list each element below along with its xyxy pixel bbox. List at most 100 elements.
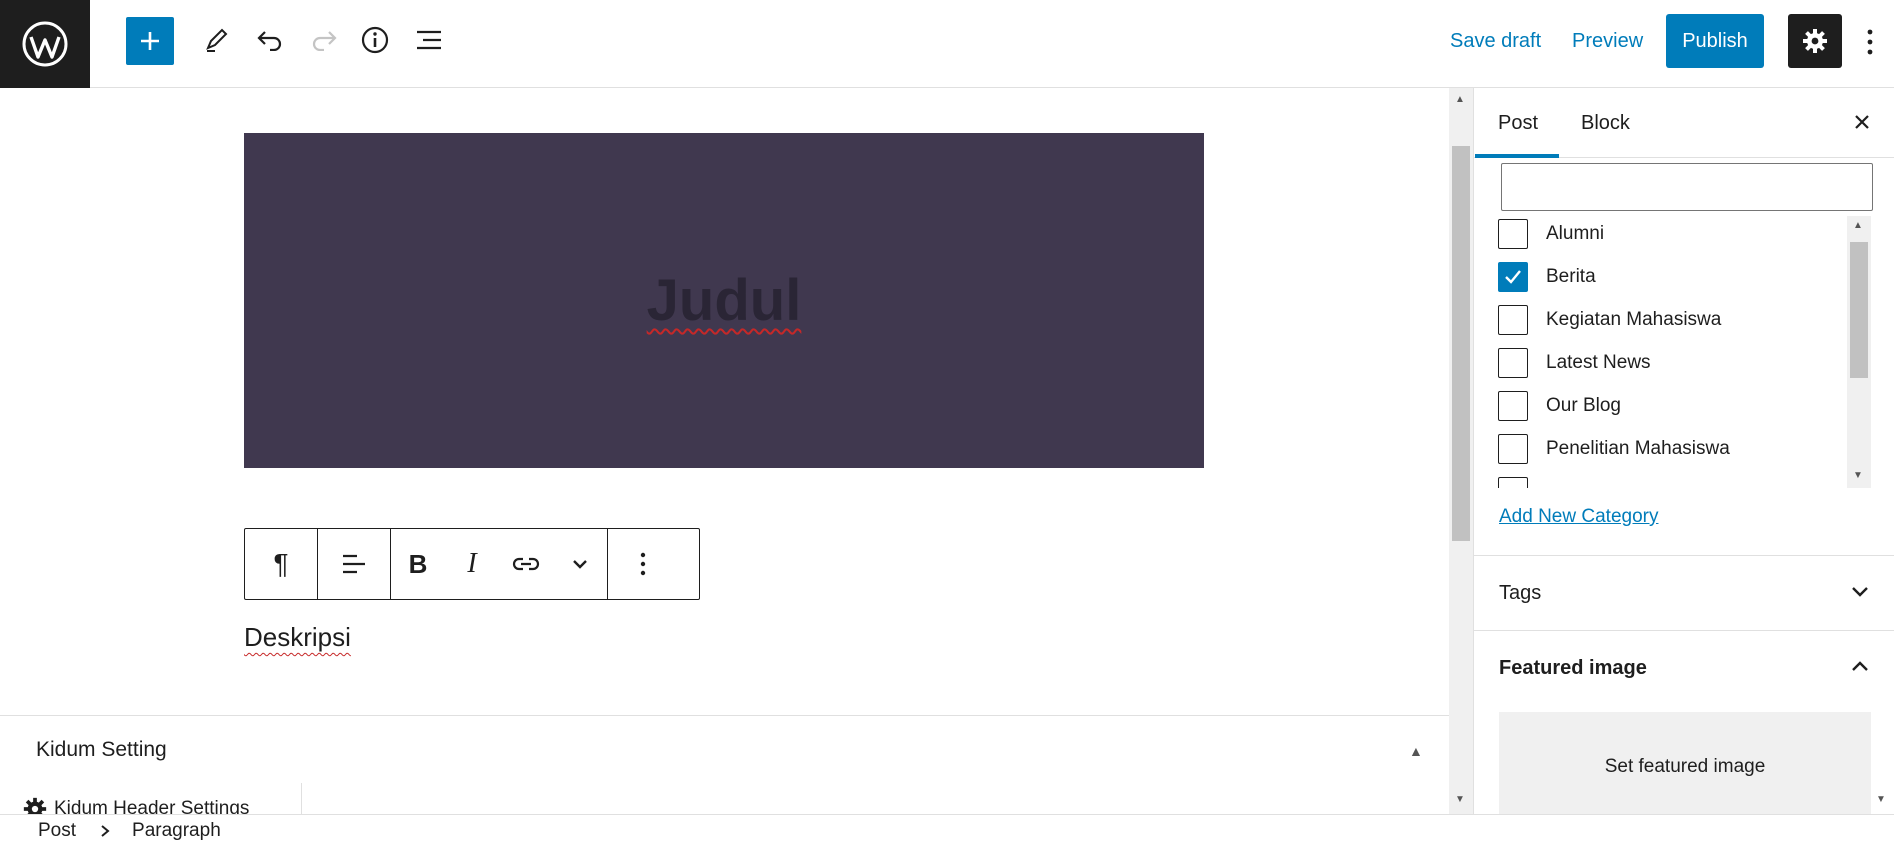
category-item[interactable]: Penelitian Mahasiswa <box>1498 433 1730 465</box>
align-left-icon <box>343 554 365 574</box>
settings-button[interactable] <box>1788 14 1842 68</box>
category-label: Alumni <box>1546 223 1605 244</box>
link-icon <box>512 557 540 571</box>
plus-icon <box>141 32 159 50</box>
gear-icon <box>22 796 48 814</box>
block-options-button[interactable] <box>608 529 678 599</box>
bold-button[interactable]: B <box>391 529 445 599</box>
list-view-button[interactable] <box>409 20 449 60</box>
scroll-down-icon[interactable]: ▼ <box>1853 470 1863 481</box>
undo-icon <box>257 31 282 51</box>
italic-button[interactable]: I <box>445 529 499 599</box>
chevron-right-icon <box>101 825 110 837</box>
settings-sidebar: Post Block Alumni Berita Kegiatan Mahasi… <box>1473 88 1894 814</box>
meta-box-separator <box>301 783 302 814</box>
preview-button[interactable]: Preview <box>1572 30 1643 53</box>
paragraph-block[interactable]: Deskripsi <box>244 622 351 653</box>
set-featured-image-button[interactable]: Set featured image <box>1499 712 1871 814</box>
align-button[interactable] <box>318 529 390 599</box>
collapse-arrow-icon[interactable]: ▲ <box>1409 743 1423 759</box>
panel-divider <box>1474 630 1894 631</box>
list-view-icon <box>417 30 441 50</box>
gear-icon <box>1803 29 1827 53</box>
editor-scroll-thumb[interactable] <box>1452 146 1470 541</box>
breadcrumb-post[interactable]: Post <box>38 820 76 842</box>
category-label: Berita <box>1546 266 1596 287</box>
tab-block[interactable]: Block <box>1581 112 1630 135</box>
featured-image-panel-title[interactable]: Featured image <box>1499 657 1647 680</box>
sidebar-tabs: Post Block <box>1474 88 1894 158</box>
category-scrollbar[interactable]: ▲ ▼ <box>1847 216 1871 488</box>
category-checkbox[interactable] <box>1498 262 1528 292</box>
category-checkbox[interactable] <box>1498 348 1528 378</box>
options-button[interactable] <box>1858 20 1882 64</box>
category-label: Our Blog <box>1546 395 1621 416</box>
category-list: Alumni Berita Kegiatan Mahasiswa Latest … <box>1498 216 1868 488</box>
more-vertical-icon <box>1867 29 1873 55</box>
tags-panel-title[interactable]: Tags <box>1499 582 1541 605</box>
scroll-up-icon[interactable]: ▲ <box>1455 94 1465 105</box>
redo-icon <box>312 31 337 51</box>
breadcrumb: Post Paragraph <box>0 814 1894 847</box>
details-button[interactable] <box>355 20 395 60</box>
block-type-group: ¶ <box>245 529 318 599</box>
pencil-icon <box>206 28 228 52</box>
category-item[interactable]: Alumni <box>1498 218 1604 250</box>
category-checkbox[interactable] <box>1498 477 1528 488</box>
category-item[interactable]: Our Blog <box>1498 390 1621 422</box>
undo-button[interactable] <box>250 20 290 60</box>
cover-title[interactable]: Judul <box>647 267 802 334</box>
format-group: B I <box>391 529 608 599</box>
category-item[interactable]: Latest News <box>1498 347 1651 379</box>
block-toolbar: ¶ B I <box>244 528 700 600</box>
panel-divider <box>1474 555 1894 556</box>
link-button[interactable] <box>499 529 553 599</box>
wordpress-icon <box>22 21 68 67</box>
cover-block[interactable]: Judul <box>244 133 1204 468</box>
chevron-down-icon <box>1852 587 1868 597</box>
active-tab-indicator <box>1475 154 1559 158</box>
redo-button[interactable] <box>304 20 344 60</box>
save-draft-button[interactable]: Save draft <box>1450 30 1541 53</box>
more-formats-button[interactable] <box>553 529 607 599</box>
category-label: Kegiatan Mahasiswa <box>1546 309 1722 330</box>
checkmark-icon <box>1505 270 1521 284</box>
editor-scrollbar[interactable]: ▲ ▼ <box>1449 88 1473 814</box>
add-block-button[interactable] <box>126 17 174 65</box>
tab-post[interactable]: Post <box>1498 112 1538 135</box>
scroll-down-icon[interactable]: ▼ <box>1876 794 1886 805</box>
info-icon <box>361 26 389 54</box>
italic-icon: I <box>467 548 477 579</box>
breadcrumb-paragraph[interactable]: Paragraph <box>132 820 221 842</box>
scroll-up-icon[interactable]: ▲ <box>1853 220 1863 231</box>
meta-divider <box>0 715 1449 716</box>
category-label: Penelitian Mahasiswa <box>1546 438 1730 459</box>
options-group <box>608 529 678 599</box>
category-item[interactable]: Berita <box>1498 261 1596 293</box>
add-new-category-link[interactable]: Add New Category <box>1499 506 1658 528</box>
pilcrow-icon: ¶ <box>273 548 289 579</box>
category-item[interactable]: Kegiatan Mahasiswa <box>1498 304 1721 336</box>
category-search-input[interactable] <box>1501 163 1873 211</box>
category-item-partial[interactable] <box>1498 476 1528 488</box>
align-group <box>318 529 391 599</box>
tools-button[interactable] <box>196 20 236 60</box>
meta-box-subsection[interactable]: Kidum Header Settings <box>54 798 249 814</box>
category-checkbox[interactable] <box>1498 219 1528 249</box>
category-checkbox[interactable] <box>1498 305 1528 335</box>
category-checkbox[interactable] <box>1498 434 1528 464</box>
paragraph-transform-button[interactable]: ¶ <box>245 529 317 599</box>
sidebar-scrollbar[interactable]: ▼ <box>1870 88 1894 814</box>
meta-box-title[interactable]: Kidum Setting <box>36 738 167 762</box>
featured-image-panel-toggle[interactable] <box>1850 659 1870 678</box>
scroll-down-icon[interactable]: ▼ <box>1455 794 1465 805</box>
category-scroll-thumb[interactable] <box>1850 242 1868 378</box>
category-checkbox[interactable] <box>1498 391 1528 421</box>
tags-panel-toggle[interactable] <box>1850 584 1870 603</box>
chevron-up-icon <box>1852 661 1868 671</box>
wordpress-logo[interactable] <box>0 0 90 88</box>
publish-button[interactable]: Publish <box>1666 14 1764 68</box>
editor-canvas: Judul ¶ B I Deskripsi Kidum Setting ▲ Ki… <box>0 88 1449 814</box>
category-label: Latest News <box>1546 352 1651 373</box>
chevron-down-icon <box>573 560 587 569</box>
